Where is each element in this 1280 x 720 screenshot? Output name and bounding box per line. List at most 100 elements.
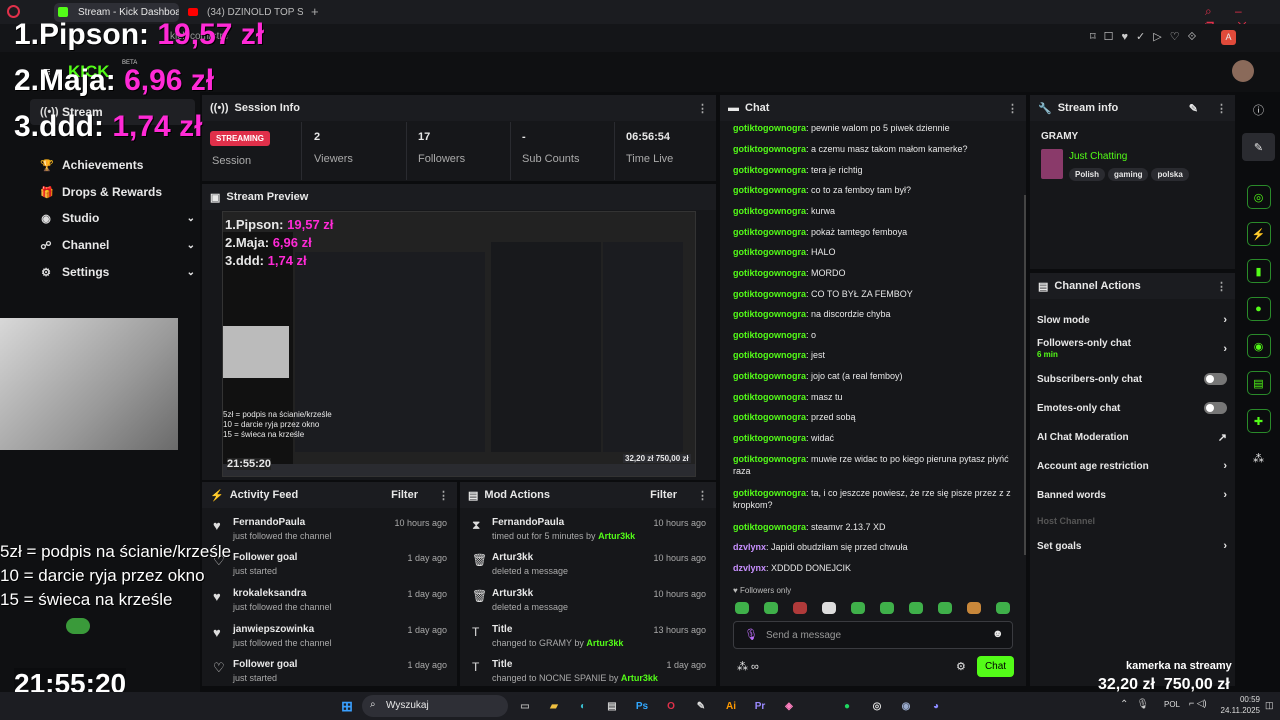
emote[interactable]	[764, 602, 778, 614]
windows-start-icon[interactable]: ⊞	[336, 695, 358, 717]
chat-username[interactable]: gotiktogownogra	[733, 330, 806, 340]
chat-username[interactable]: dzvlynx	[733, 563, 766, 573]
edit-rail-icon[interactable]: ✎	[1242, 133, 1275, 161]
chat-username[interactable]: gotiktogownogra	[733, 454, 806, 464]
chat-username[interactable]: gotiktogownogra	[733, 206, 806, 216]
tag[interactable]: polska	[1151, 168, 1189, 181]
rail-button[interactable]: ◉	[1242, 332, 1275, 360]
rail-button[interactable]: ✚	[1242, 407, 1275, 435]
chat-username[interactable]: dzvlynx	[733, 542, 766, 552]
ai-moderation-row[interactable]: AI Chat Moderation ↗	[1037, 430, 1227, 444]
taskbar-search[interactable]: ⌕ Wyszukaj	[362, 695, 508, 717]
chat-username[interactable]: gotiktogownogra	[733, 350, 806, 360]
chat-username[interactable]: gotiktogownogra	[733, 268, 806, 278]
edit-icon[interactable]: ✎	[1189, 102, 1198, 115]
tag[interactable]: gaming	[1108, 168, 1149, 181]
profile-icon[interactable]: A	[1221, 30, 1236, 45]
sidebar-item-studio[interactable]: ◉ Studio ⌄	[30, 205, 195, 231]
explorer-icon[interactable]: ▰	[543, 695, 565, 717]
chat-input[interactable]: 🎙 Send a message ☻	[733, 621, 1013, 649]
emote[interactable]	[996, 602, 1010, 614]
input-language[interactable]: POL	[1164, 700, 1180, 709]
set-goals-row[interactable]: Set goals ›	[1037, 539, 1227, 553]
notification-icon[interactable]: ◫	[1265, 700, 1274, 711]
emote[interactable]	[880, 602, 894, 614]
premiere-icon[interactable]: Pr	[749, 695, 771, 717]
tag[interactable]: Polish	[1069, 168, 1106, 181]
more-icon[interactable]: ⋮	[1216, 280, 1227, 293]
more-icon[interactable]: ⋮	[697, 102, 708, 115]
rail-button[interactable]: ◎	[1242, 183, 1275, 211]
slow-mode-row[interactable]: Slow mode ›	[1037, 313, 1227, 327]
photos-icon[interactable]: ◈	[778, 695, 800, 717]
banned-words-row[interactable]: Banned words ›	[1037, 488, 1227, 502]
rail-button[interactable]: ▤	[1242, 369, 1275, 397]
more-icon[interactable]: ⋮	[438, 489, 449, 502]
emote[interactable]	[909, 602, 923, 614]
chat-username[interactable]: gotiktogownogra	[733, 185, 806, 195]
chat-username[interactable]: gotiktogownogra	[733, 371, 806, 381]
sidebar-item-drops[interactable]: 🎁 Drops & Rewards	[30, 179, 195, 205]
emotes-only-toggle[interactable]	[1204, 402, 1227, 414]
pen-app-icon[interactable]: ✎	[690, 695, 712, 717]
edge-icon[interactable]: ◐	[572, 695, 594, 717]
sidebar-item-settings[interactable]: ⚙ Settings ⌄	[30, 259, 195, 285]
filter-button[interactable]: Filter	[650, 489, 677, 501]
chat-username[interactable]: gotiktogownogra	[733, 123, 806, 133]
account-age-row[interactable]: Account age restriction ›	[1037, 459, 1227, 473]
info-icon[interactable]: ⓘ	[1242, 96, 1275, 124]
system-tray-status-icons[interactable]: ⌐ ◁)	[1189, 698, 1207, 709]
emote[interactable]	[735, 602, 749, 614]
emote[interactable]	[967, 602, 981, 614]
emote[interactable]	[822, 602, 836, 614]
filter-button[interactable]: Filter	[391, 489, 418, 501]
category-name[interactable]: Just Chatting	[1069, 151, 1127, 162]
emote[interactable]	[938, 602, 952, 614]
spotify-icon[interactable]: ●	[836, 695, 858, 717]
new-tab-icon[interactable]: +	[311, 4, 319, 19]
more-icon[interactable]: ⋮	[697, 489, 708, 502]
chat-username[interactable]: gotiktogownogra	[733, 289, 806, 299]
rail-button[interactable]: ⚡	[1242, 220, 1275, 248]
chat-send-button[interactable]: Chat	[977, 656, 1014, 677]
chat-scrollbar[interactable]	[1024, 195, 1026, 555]
chat-username[interactable]: gotiktogownogra	[733, 433, 806, 443]
app-icon[interactable]: ◎	[866, 695, 888, 717]
chat-settings-icon[interactable]: ⚙	[956, 660, 966, 673]
emote[interactable]	[793, 602, 807, 614]
chat-tools-icon[interactable]: ⁂ ∞	[737, 660, 759, 673]
rail-button[interactable]: ▮	[1242, 257, 1275, 285]
illustrator-icon[interactable]: Ai	[720, 695, 742, 717]
taskbar-clock[interactable]: 00:59 24.11.2025	[1220, 694, 1260, 716]
discord-icon[interactable]: ◕	[925, 695, 947, 717]
photoshop-icon[interactable]: Ps	[631, 695, 653, 717]
more-icon[interactable]: ⋮	[1007, 102, 1018, 115]
followers-only-row[interactable]: Followers-only chat 6 min ›	[1037, 338, 1227, 360]
chat-username[interactable]: gotiktogownogra	[733, 522, 806, 532]
tray-icons[interactable]: ⌃🎙	[1120, 699, 1157, 710]
opera-logo-icon[interactable]	[7, 5, 20, 18]
chat-username[interactable]: gotiktogownogra	[733, 309, 806, 319]
emote[interactable]	[851, 602, 865, 614]
opera-icon[interactable]: O	[660, 695, 682, 717]
task-view-icon[interactable]: ▭	[514, 695, 536, 717]
sidebar-item-achievements[interactable]: 🏆 Achievements	[30, 152, 195, 178]
chat-username[interactable]: gotiktogownogra	[733, 247, 806, 257]
chat-username[interactable]: gotiktogownogra	[733, 227, 806, 237]
chat-username[interactable]: gotiktogownogra	[733, 412, 806, 422]
store-icon[interactable]: ▤	[601, 695, 623, 717]
steam-icon[interactable]: ◉	[895, 695, 917, 717]
chat-username[interactable]: gotiktogownogra	[733, 392, 806, 402]
more-icon[interactable]: ⋮	[1216, 102, 1227, 115]
chat-username[interactable]: gotiktogownogra	[733, 488, 806, 498]
microphone-icon[interactable]: 🎙	[744, 628, 758, 641]
sidebar-item-channel[interactable]: ☍ Channel ⌄	[30, 232, 195, 258]
emoji-icon[interactable]: ☻	[992, 628, 1004, 640]
rail-button[interactable]: ●	[1242, 295, 1275, 323]
user-avatar[interactable]	[1232, 60, 1254, 82]
subscribers-only-toggle[interactable]	[1204, 373, 1227, 385]
chat-username[interactable]: gotiktogownogra	[733, 144, 806, 154]
chat-username[interactable]: gotiktogownogra	[733, 165, 806, 175]
stream-preview-video[interactable]: 1.Pipson: 19,57 zł 2.Maja: 6,96 zł 3.ddd…	[222, 211, 696, 477]
apps-icon[interactable]: ⁂	[1242, 444, 1275, 472]
